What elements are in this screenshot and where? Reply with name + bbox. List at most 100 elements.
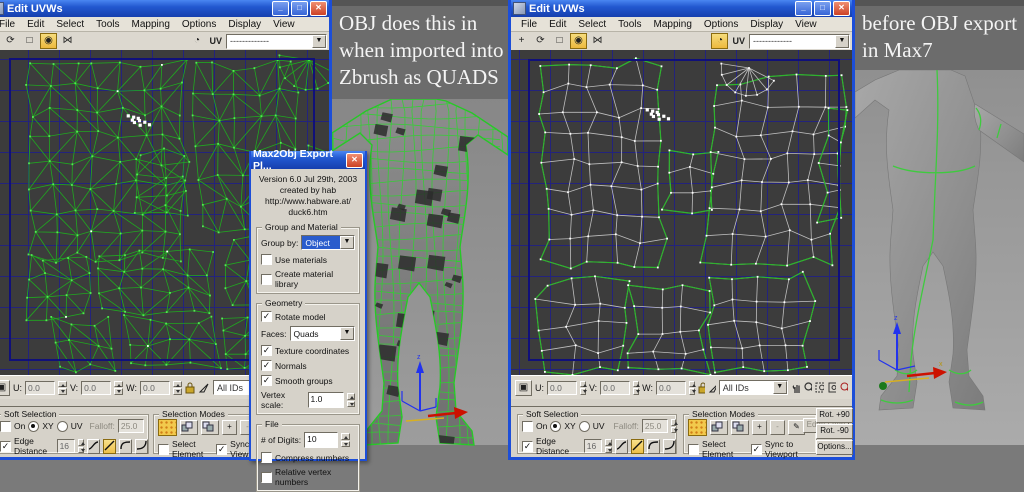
use-materials-checkbox[interactable] [261,254,272,265]
digits-field[interactable]: 10 [304,432,339,448]
v-field[interactable]: 0.0 [600,380,631,395]
zoom-region-icon[interactable] [815,381,825,394]
vertex-mode-icon[interactable] [158,419,177,436]
u-field[interactable]: 0.0 [547,380,577,395]
close-button[interactable]: ✕ [310,1,327,16]
sync-viewport-checkbox[interactable] [216,443,228,455]
scale-tool-icon[interactable]: □ [21,33,38,49]
faces-dropdown[interactable]: Quads ▼ [289,326,355,341]
rotate-model-checkbox[interactable] [261,311,272,322]
freeform-tool-icon[interactable]: ◉ [40,33,57,49]
v-spinner[interactable] [633,380,641,395]
expand-selection-button[interactable]: + [222,420,237,435]
menu-select[interactable]: Select [572,19,612,30]
falloff-smooth-icon[interactable] [615,438,628,454]
menu-options[interactable]: Options [176,19,222,30]
menu-file[interactable]: File [0,19,21,30]
pick-arrow-icon[interactable] [708,382,716,394]
uv-radio[interactable] [578,420,590,432]
chevron-down-icon[interactable]: ▼ [340,236,354,249]
material-id-dropdown[interactable]: All IDs ▼ [718,380,788,395]
falloff-smooth-icon[interactable] [87,438,100,454]
options-button[interactable]: Options... [816,440,853,455]
minimize-button[interactable]: _ [272,1,289,16]
falloff-field[interactable]: 25.0 [117,419,144,433]
falloff-slow-icon[interactable] [663,438,676,454]
menu-mapping[interactable]: Mapping [648,19,698,30]
title-bar[interactable]: Edit UVWs _ □ ✕ [511,0,852,17]
falloff-slow-icon[interactable] [135,438,148,454]
v-field[interactable]: 0.0 [81,380,112,395]
freeform-tool-icon[interactable]: ◉ [570,33,587,49]
rotate-tool-icon[interactable]: ⟳ [2,33,19,49]
menu-view[interactable]: View [789,19,823,30]
menu-options[interactable]: Options [698,19,744,30]
menu-tools[interactable]: Tools [612,19,647,30]
group-by-dropdown[interactable]: Object ▼ [301,235,355,250]
u-spinner[interactable] [580,380,587,395]
menu-edit[interactable]: Edit [21,19,50,30]
shrink-selection-icon[interactable] [731,420,749,435]
edge-spinner[interactable] [604,439,612,453]
relative-vertex-numbers-checkbox[interactable] [261,471,272,483]
vertex-scale-field[interactable]: 1.0 [307,392,344,408]
uv-canvas[interactable] [511,50,852,375]
select-element-checkbox[interactable] [158,443,169,455]
maximize-button[interactable]: □ [814,1,831,16]
texture-list-dropdown[interactable]: ------------- ▼ [226,33,327,49]
w-spinner[interactable] [173,380,183,395]
chevron-down-icon[interactable]: ▼ [312,34,326,48]
falloff-linear-icon[interactable] [631,438,644,454]
v-spinner[interactable] [114,380,124,395]
lock-icon[interactable] [185,382,195,394]
normals-checkbox[interactable] [261,360,272,371]
move-tool-icon[interactable]: + [513,33,530,49]
pick-texture-icon[interactable]: ◔ [711,33,729,49]
menu-mapping[interactable]: Mapping [126,19,176,30]
rotate-tool-icon[interactable]: ⟳ [532,33,549,49]
absolute-mode-icon[interactable]: ▣ [0,379,10,396]
contract-selection-button[interactable]: - [770,420,785,435]
compress-numbers-checkbox[interactable] [261,452,272,463]
edge-distance-field[interactable]: 16 [583,439,602,453]
falloff-fast-icon[interactable] [119,438,132,454]
soft-on-checkbox[interactable] [522,420,533,432]
edge-distance-checkbox[interactable] [522,440,533,452]
absolute-mode-icon[interactable]: ▣ [515,379,532,396]
sync-viewport-checkbox[interactable] [750,443,762,455]
menu-display[interactable]: Display [744,19,789,30]
edge-distance-checkbox[interactable] [0,440,11,452]
chevron-down-icon[interactable]: ▼ [835,34,849,48]
menu-tools[interactable]: Tools [90,19,125,30]
rotate-plus-90-button[interactable]: Rot. +90 [816,408,853,423]
w-field[interactable]: 0.0 [140,380,171,395]
maximize-button[interactable]: □ [291,1,308,16]
close-button[interactable]: ✕ [833,1,850,16]
rotate-minus-90-button[interactable]: Rot. -90 [816,424,853,439]
u-spinner[interactable] [58,380,67,395]
grow-selection-icon[interactable] [180,420,198,435]
menu-select[interactable]: Select [50,19,90,30]
pick-arrow-icon[interactable] [198,382,210,394]
smooth-groups-checkbox[interactable] [261,375,272,386]
scale-tool-icon[interactable]: □ [551,33,568,49]
zoom-extents-icon[interactable] [827,381,837,394]
w-field[interactable]: 0.0 [656,380,687,395]
shrink-selection-icon[interactable] [201,420,219,435]
create-material-library-checkbox[interactable] [261,273,272,285]
uv-radio[interactable] [56,420,68,432]
falloff-field[interactable]: 25.0 [641,419,668,433]
falloff-linear-icon[interactable] [103,438,116,454]
texture-list-dropdown[interactable]: ------------- ▼ [749,33,850,49]
lock-icon[interactable] [698,382,705,394]
w-spinner[interactable] [689,380,697,395]
pan-icon[interactable] [791,381,800,394]
falloff-spinner[interactable] [670,419,679,433]
texture-coordinates-checkbox[interactable] [261,345,272,356]
vertex-scale-spinner[interactable] [346,393,355,407]
minimize-button[interactable]: _ [795,1,812,16]
mirror-tool-icon[interactable]: ⋈ [589,33,606,49]
menu-view[interactable]: View [267,19,301,30]
select-element-checkbox[interactable] [688,443,699,455]
dialog-title-bar[interactable]: Max2Obj Export Pl... ✕ [251,148,365,172]
